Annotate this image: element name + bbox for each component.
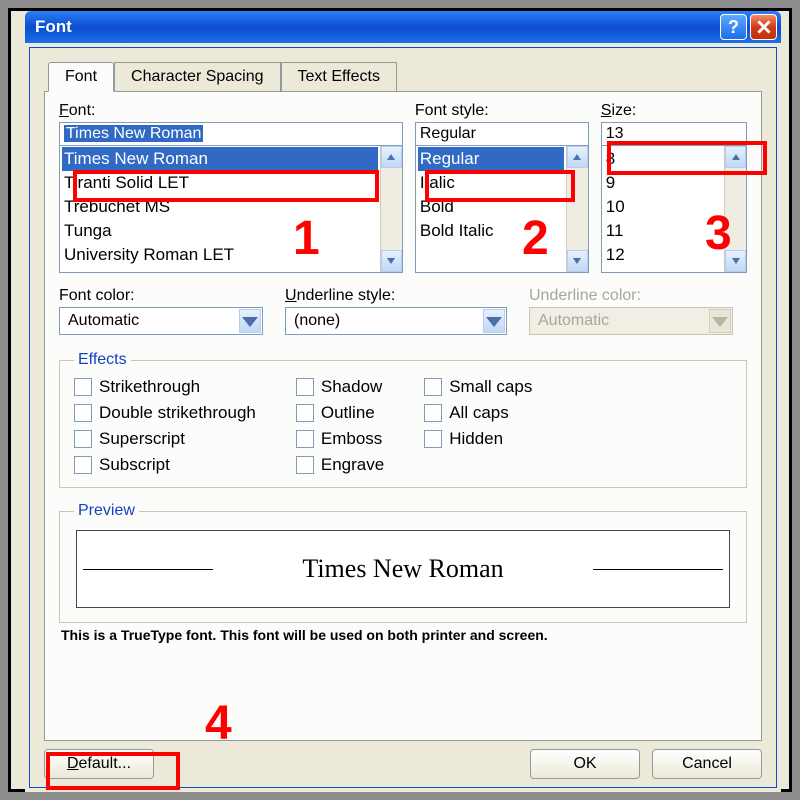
- effects-group: Effects Strikethrough Double strikethrou…: [59, 351, 747, 488]
- checkbox-engrave[interactable]: Engrave: [296, 455, 384, 475]
- list-item[interactable]: Trebuchet MS: [62, 195, 378, 219]
- list-item[interactable]: 8: [604, 147, 722, 171]
- font-label: Font:: [59, 102, 403, 120]
- size-label: Size:: [601, 102, 747, 120]
- list-item[interactable]: Regular: [418, 147, 564, 171]
- font-input[interactable]: Times New Roman: [59, 122, 403, 146]
- checkbox-outline[interactable]: Outline: [296, 403, 384, 423]
- checkbox-hidden[interactable]: Hidden: [424, 429, 532, 449]
- checkbox-shadow[interactable]: Shadow: [296, 377, 384, 397]
- list-item[interactable]: Tunga: [62, 219, 378, 243]
- font-color-combo[interactable]: Automatic: [59, 307, 263, 335]
- list-item[interactable]: 11: [604, 219, 722, 243]
- font-style-label: Font style:: [415, 102, 589, 120]
- close-icon: [757, 20, 771, 34]
- checkbox-strikethrough[interactable]: Strikethrough: [74, 377, 256, 397]
- titlebar: Font ?: [25, 11, 781, 43]
- help-button[interactable]: ?: [720, 14, 747, 40]
- tab-font[interactable]: Font: [48, 62, 114, 92]
- list-item[interactable]: University Roman LET: [62, 243, 378, 267]
- font-color-label: Font color:: [59, 287, 263, 305]
- close-button[interactable]: [750, 14, 777, 40]
- effects-legend: Effects: [74, 351, 131, 369]
- checkbox-double-strikethrough[interactable]: Double strikethrough: [74, 403, 256, 423]
- tab-character-spacing[interactable]: Character Spacing: [114, 62, 281, 91]
- list-item[interactable]: Bold Italic: [418, 219, 564, 243]
- underline-color-label: Underline color:: [529, 287, 733, 305]
- window-title: Font: [35, 17, 72, 37]
- preview-hint: This is a TrueType font. This font will …: [61, 627, 745, 643]
- font-style-input[interactable]: Regular: [415, 122, 589, 146]
- chevron-down-icon[interactable]: [239, 309, 261, 333]
- tab-panel-font: Font: Times New Roman Times New Roman Ti…: [44, 91, 762, 741]
- font-style-listbox[interactable]: Regular Italic Bold Bold Italic: [415, 145, 589, 273]
- ok-button[interactable]: OK: [530, 749, 640, 779]
- list-item[interactable]: Bold: [418, 195, 564, 219]
- size-input[interactable]: 13: [601, 122, 747, 146]
- scroll-down-icon[interactable]: [725, 250, 746, 272]
- scrollbar[interactable]: [724, 146, 746, 272]
- underline-style-label: Underline style:: [285, 287, 507, 305]
- list-item[interactable]: 12: [604, 243, 722, 267]
- list-item[interactable]: Tiranti Solid LET: [62, 171, 378, 195]
- scroll-up-icon[interactable]: [567, 146, 588, 168]
- scroll-down-icon[interactable]: [381, 250, 402, 272]
- default-button[interactable]: Default...: [44, 749, 154, 779]
- cancel-button[interactable]: Cancel: [652, 749, 762, 779]
- scrollbar[interactable]: [380, 146, 402, 272]
- preview-legend: Preview: [74, 502, 139, 520]
- scroll-up-icon[interactable]: [725, 146, 746, 168]
- tab-bar: Font Character Spacing Text Effects: [48, 62, 776, 91]
- checkbox-all-caps[interactable]: All caps: [424, 403, 532, 423]
- list-item[interactable]: 10: [604, 195, 722, 219]
- font-listbox[interactable]: Times New Roman Tiranti Solid LET Trebuc…: [59, 145, 403, 273]
- scroll-up-icon[interactable]: [381, 146, 402, 168]
- scroll-down-icon[interactable]: [567, 250, 588, 272]
- checkbox-emboss[interactable]: Emboss: [296, 429, 384, 449]
- underline-color-combo: Automatic: [529, 307, 733, 335]
- preview-box: Times New Roman: [76, 530, 730, 608]
- checkbox-small-caps[interactable]: Small caps: [424, 377, 532, 397]
- chevron-down-icon[interactable]: [483, 309, 505, 333]
- preview-text: Times New Roman: [302, 554, 503, 584]
- chevron-down-icon: [709, 309, 731, 333]
- list-item[interactable]: Italic: [418, 171, 564, 195]
- underline-style-combo[interactable]: (none): [285, 307, 507, 335]
- checkbox-superscript[interactable]: Superscript: [74, 429, 256, 449]
- size-listbox[interactable]: 8 9 10 11 12: [601, 145, 747, 273]
- scrollbar[interactable]: [566, 146, 588, 272]
- font-dialog: Font ? Font Character Spacing Text Effec…: [25, 11, 781, 792]
- list-item[interactable]: 9: [604, 171, 722, 195]
- preview-group: Preview Times New Roman: [59, 502, 747, 623]
- list-item[interactable]: Times New Roman: [62, 147, 378, 171]
- checkbox-subscript[interactable]: Subscript: [74, 455, 256, 475]
- tab-text-effects[interactable]: Text Effects: [281, 62, 397, 91]
